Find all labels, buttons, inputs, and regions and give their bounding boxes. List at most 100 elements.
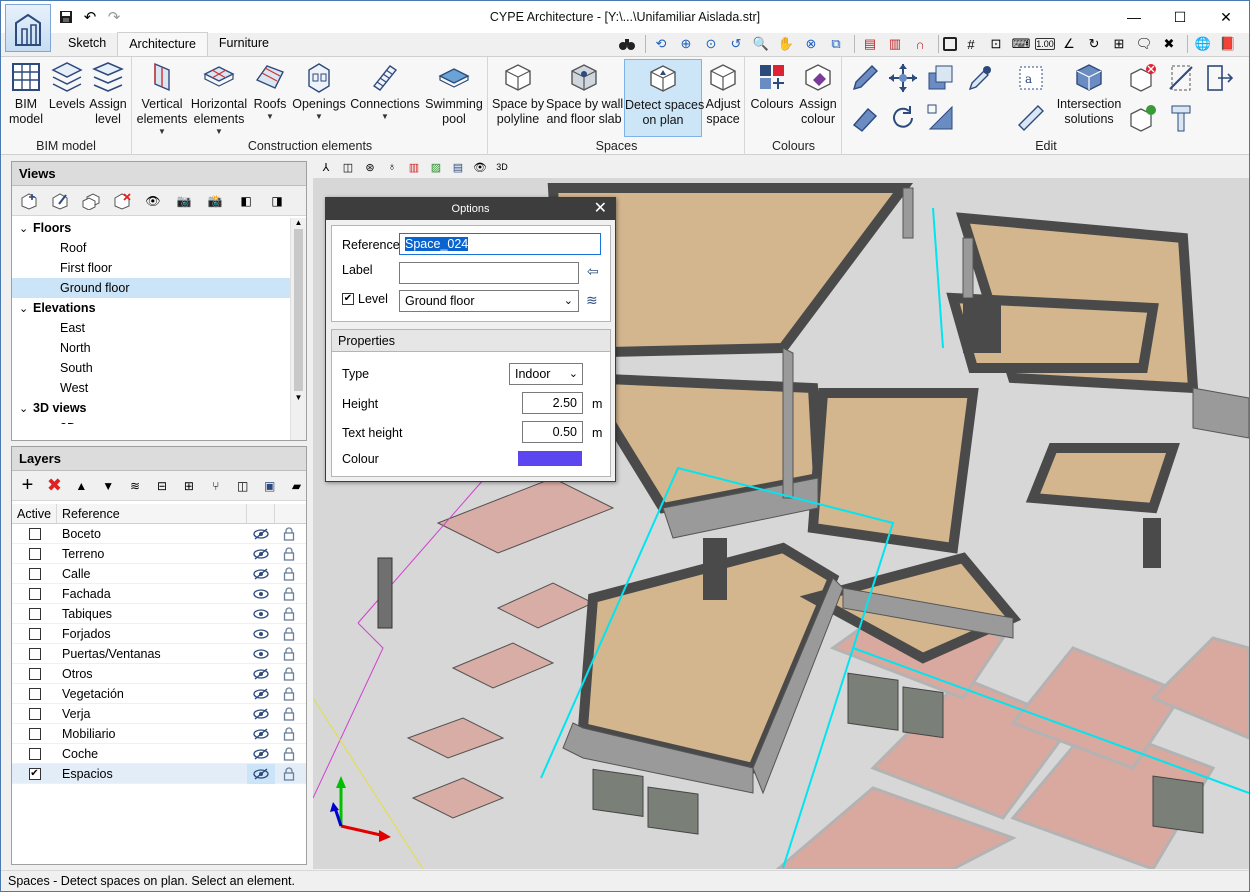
eye-hidden-icon[interactable]	[247, 724, 275, 744]
edit-view-icon[interactable]	[49, 190, 71, 212]
horizontal-elements-button[interactable]: Horizontal elements ▼	[190, 59, 248, 137]
lock-icon[interactable]	[275, 766, 303, 781]
lock-icon[interactable]	[275, 706, 303, 721]
layer-active-checkbox[interactable]	[28, 707, 41, 720]
lock-icon[interactable]	[275, 646, 303, 661]
layer-active-checkbox[interactable]	[28, 667, 41, 680]
lock-icon[interactable]	[275, 626, 303, 641]
connections-button[interactable]: Connections ▼	[349, 59, 421, 122]
layers-stack-icon[interactable]: ≋	[126, 475, 145, 497]
comment-icon[interactable]: 🗨	[1133, 33, 1155, 55]
window-zoom-icon[interactable]: ⧉	[825, 33, 847, 55]
eye-hidden-icon[interactable]	[247, 744, 275, 764]
tools-icon[interactable]: ✖	[1158, 33, 1180, 55]
tab-architecture[interactable]: Architecture	[117, 32, 208, 56]
add-layer-icon[interactable]: +	[18, 474, 37, 497]
layer-active-checkbox[interactable]	[28, 547, 41, 560]
book-icon[interactable]: 📕	[1217, 33, 1239, 55]
adjust-space-button[interactable]: Adjust space	[703, 59, 743, 127]
measure-icon[interactable]: 1.00	[1035, 38, 1055, 50]
eye-hidden-icon[interactable]	[247, 564, 275, 584]
keyboard-icon[interactable]: ⌨	[1010, 33, 1032, 55]
arrow-left-icon[interactable]: ⇦	[587, 263, 599, 280]
eyedropper-icon[interactable]	[961, 61, 997, 95]
layer-active-checkbox[interactable]	[28, 527, 41, 540]
tree-item-roof[interactable]: Roof	[12, 238, 290, 258]
lock-icon[interactable]	[275, 566, 303, 581]
lock-icon[interactable]	[275, 666, 303, 681]
eye-hidden-icon[interactable]	[247, 664, 275, 684]
layer-row[interactable]: Puertas/Ventanas	[12, 644, 306, 664]
assign-colour-button[interactable]: Assign colour	[796, 59, 840, 127]
lock-icon[interactable]	[275, 586, 303, 601]
turntable-icon[interactable]: ♁	[383, 158, 401, 176]
layer-active-checkbox[interactable]	[28, 647, 41, 660]
eye-hidden-icon[interactable]	[247, 544, 275, 564]
section-green-icon[interactable]: ▨	[427, 158, 445, 176]
detect-spaces-button[interactable]: Detect spaces on plan	[624, 59, 704, 137]
layer-row[interactable]: Mobiliario	[12, 724, 306, 744]
intersection-solutions-button[interactable]: Intersection solutions	[1053, 59, 1125, 127]
axes-icon[interactable]: ⅄	[317, 158, 335, 176]
layer-active-checkbox[interactable]	[28, 727, 41, 740]
filter-icon[interactable]: ⑂	[206, 475, 225, 497]
tree-group-floors[interactable]: ⌄ Floors	[12, 218, 290, 238]
layer-active-checkbox[interactable]	[28, 607, 41, 620]
move-up-icon[interactable]: ▲	[72, 475, 91, 497]
rotate-icon[interactable]	[885, 101, 921, 135]
layer-active-checkbox[interactable]	[28, 627, 41, 640]
lock-icon[interactable]	[275, 726, 303, 741]
tree-item-west[interactable]: West	[12, 378, 290, 398]
magnet-icon[interactable]: ∩	[909, 33, 931, 55]
snap-icon[interactable]: ⊡	[985, 33, 1007, 55]
view-visibility-icon[interactable]: 👁	[142, 190, 164, 212]
assign-level-button[interactable]: Assign level	[87, 59, 129, 127]
rotate-view-icon[interactable]: ↻	[1083, 33, 1105, 55]
ruler-icon[interactable]	[1013, 101, 1049, 135]
bim-model-button[interactable]: BIM model	[5, 59, 47, 127]
copy-view-icon[interactable]	[80, 190, 102, 212]
column-reference[interactable]: Reference	[57, 504, 247, 523]
reference-input[interactable]: Space_024	[399, 233, 601, 255]
orbit-icon[interactable]: ⊛	[361, 158, 379, 176]
eye-icon[interactable]	[247, 604, 275, 624]
tree-item-ground-floor[interactable]: Ground floor	[12, 278, 290, 298]
lock-icon[interactable]	[275, 526, 303, 541]
eraser-icon[interactable]	[847, 101, 883, 135]
merge-layers-icon[interactable]: ⊟	[153, 475, 172, 497]
layer-active-checkbox[interactable]: ✔	[28, 767, 41, 780]
layer-row[interactable]: Tabiques	[12, 604, 306, 624]
eye-hidden-icon[interactable]	[247, 763, 275, 784]
3d-icon[interactable]: 3D	[493, 158, 511, 176]
tree-item-first-floor[interactable]: First floor	[12, 258, 290, 278]
move-icon[interactable]	[885, 61, 921, 95]
layer-row[interactable]: Verja	[12, 704, 306, 724]
layer-row[interactable]: Boceto	[12, 524, 306, 544]
split-icon[interactable]	[1163, 61, 1199, 95]
swimming-pool-button[interactable]: Swimming pool	[423, 59, 485, 127]
views-scrollbar[interactable]: ▲ ▼	[290, 218, 306, 440]
delete-layer-icon[interactable]: ✖	[45, 475, 64, 497]
new-view-icon[interactable]	[18, 190, 40, 212]
scroll-up-icon[interactable]: ▲	[291, 218, 306, 227]
tree-item-3d[interactable]: 3D	[12, 418, 290, 424]
scroll-down-icon[interactable]: ▼	[291, 393, 306, 402]
tree-item-north[interactable]: North	[12, 338, 290, 358]
dimension-icon[interactable]: ⊞	[1108, 33, 1130, 55]
layer-row[interactable]: Vegetación	[12, 684, 306, 704]
tab-sketch[interactable]: Sketch	[57, 32, 117, 56]
layer-active-checkbox[interactable]	[28, 687, 41, 700]
cube-layer-icon[interactable]: ◫	[233, 475, 252, 497]
tab-furniture[interactable]: Furniture	[208, 32, 280, 56]
levels-button[interactable]: Levels	[48, 59, 86, 112]
camera-refresh-icon[interactable]: 📸	[204, 190, 226, 212]
zoom-extents-icon[interactable]: ⊗	[800, 33, 822, 55]
layer-active-checkbox[interactable]	[28, 587, 41, 600]
copy-icon[interactable]	[923, 61, 959, 95]
app-menu-button[interactable]	[5, 4, 51, 52]
level-select[interactable]: Ground floor ⌄	[399, 290, 579, 312]
stretch-icon[interactable]	[923, 101, 959, 135]
exit-door-icon[interactable]	[1201, 61, 1237, 95]
layers-book-icon[interactable]: ▰	[287, 475, 306, 497]
label-input[interactable]	[399, 262, 579, 284]
